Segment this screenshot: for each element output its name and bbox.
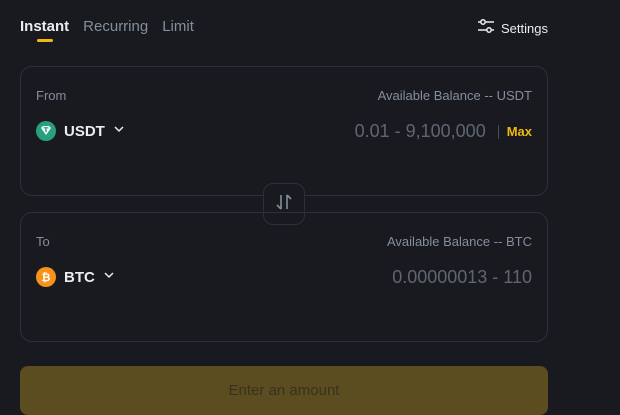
- to-amount-placeholder: 0.00000013 - 110: [392, 267, 532, 287]
- tether-icon: [36, 121, 56, 141]
- from-coin-selector[interactable]: USDT: [36, 121, 125, 141]
- chevron-down-icon: [103, 268, 115, 286]
- svg-text:₿: ₿: [42, 271, 51, 284]
- to-coin-selector[interactable]: ₿ BTC: [36, 267, 115, 287]
- max-button[interactable]: Max: [507, 124, 532, 139]
- divider: [497, 124, 499, 139]
- from-card: From Available Balance -- USDT USDT 0.01…: [20, 66, 548, 196]
- from-coin-name: USDT: [64, 122, 105, 140]
- to-amount-input[interactable]: 0.00000013 - 110: [392, 267, 532, 288]
- to-label: To: [36, 234, 50, 249]
- to-coin-name: BTC: [64, 268, 95, 286]
- settings-button[interactable]: Settings: [477, 17, 548, 40]
- from-available-balance: Available Balance -- USDT: [377, 88, 532, 103]
- enter-amount-label: Enter an amount: [228, 382, 340, 399]
- tab-limit[interactable]: Limit: [162, 17, 194, 37]
- tab-instant[interactable]: Instant: [20, 17, 69, 42]
- settings-label: Settings: [501, 20, 548, 36]
- from-label: From: [36, 88, 67, 103]
- chevron-down-icon: [113, 122, 125, 140]
- sliders-icon: [477, 17, 495, 40]
- to-available-balance: Available Balance -- BTC: [387, 234, 532, 249]
- from-amount-input[interactable]: 0.01 - 9,100,000 Max: [355, 121, 532, 142]
- from-amount-placeholder: 0.01 - 9,100,000: [354, 121, 486, 141]
- bitcoin-icon: ₿: [36, 267, 56, 287]
- max-wrap: Max: [497, 124, 532, 139]
- convert-panel: Instant Recurring Limit Settings From Av…: [0, 0, 620, 415]
- mode-tabs: Instant Recurring Limit: [20, 17, 194, 42]
- to-card: To Available Balance -- BTC ₿ BTC 0.0000…: [20, 212, 548, 342]
- enter-amount-button[interactable]: Enter an amount: [20, 366, 548, 415]
- tab-recurring[interactable]: Recurring: [83, 17, 148, 37]
